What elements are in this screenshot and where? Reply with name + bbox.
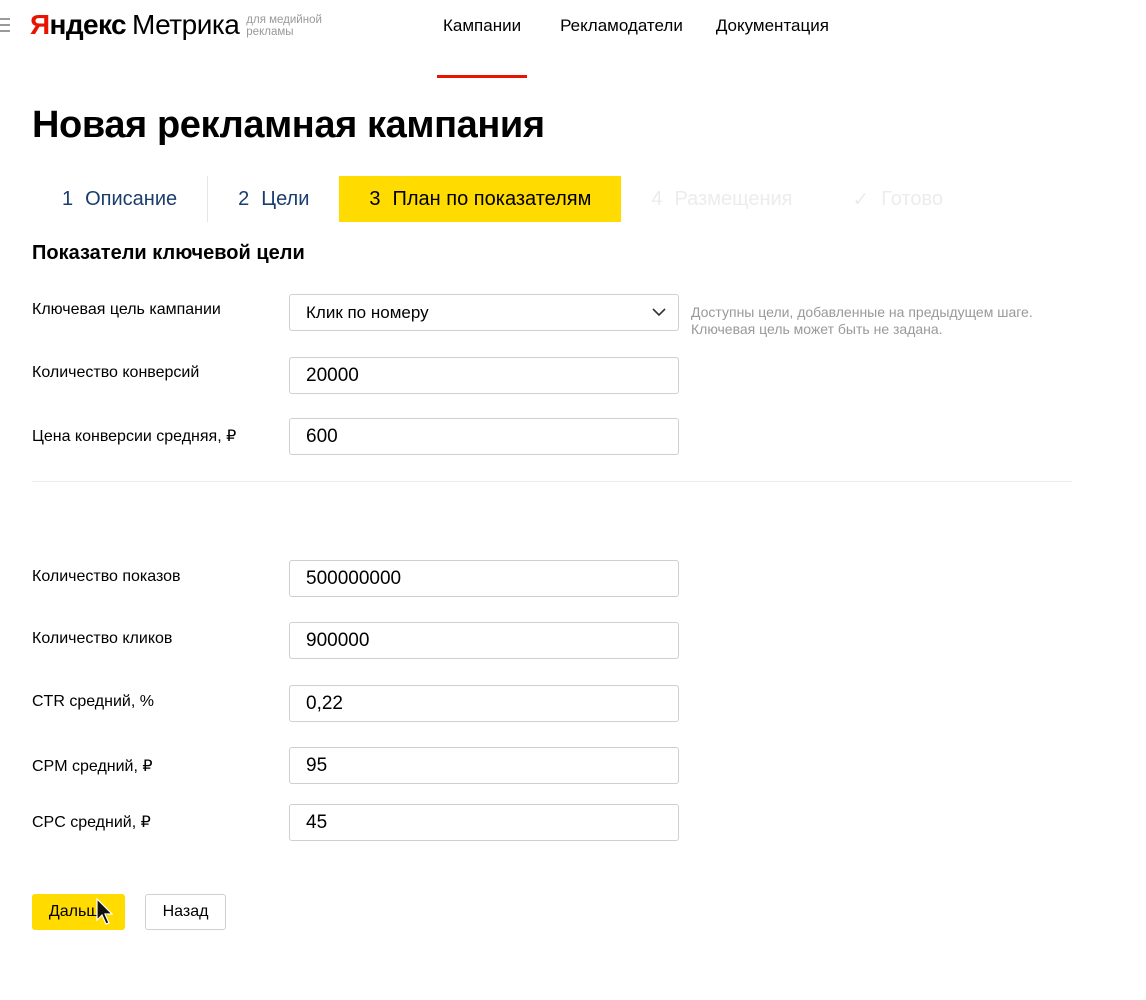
key-goal-hint: Доступны цели, добавленные на предыдущем… [691,304,1033,337]
divider [32,481,1072,482]
page-title: Новая рекламная кампания [32,104,545,146]
nav-campaigns[interactable]: Кампании [437,0,528,78]
conversions-input[interactable]: 20000 [289,357,679,394]
clicks-label: Количество кликов [32,630,173,647]
clicks-input[interactable]: 900000 [289,622,679,659]
key-goal-select[interactable]: Клик по номеру [289,294,679,331]
impressions-input[interactable]: 500000000 [289,560,679,597]
nav-advertisers[interactable]: Рекламодатели [560,0,683,66]
cpc-label: CPC средний, ₽ [32,814,151,831]
chevron-down-icon [652,308,666,317]
logo[interactable]: Яндекс Метрика для медийной рекламы [30,6,322,44]
step-done: ✓ Готово [852,187,944,211]
step-plan[interactable]: 3 План по показателям [339,176,622,222]
cpm-label: CPM средний, ₽ [32,758,153,775]
section-title: Показатели ключевой цели [32,242,305,264]
menu-icon[interactable] [0,18,10,36]
check-icon: ✓ [852,188,870,211]
impressions-label: Количество показов [32,568,181,585]
conversion-price-input[interactable]: 600 [289,418,679,455]
key-goal-value: Клик по номеру [306,302,429,322]
ctr-label: CTR средний, % [32,693,154,710]
conversion-price-label: Цена конверсии средняя, ₽ [32,428,237,445]
step-goals[interactable]: 2 Цели [208,176,339,222]
step-placements: 4 Размещения [651,187,793,210]
step-description[interactable]: 1 Описание [32,176,209,222]
top-nav: Кампании Рекламодатели Документация [437,0,862,78]
cpm-input[interactable]: 95 [289,747,679,784]
key-goal-label: Ключевая цель кампании [32,301,221,318]
nav-documentation[interactable]: Документация [716,0,829,66]
logo-product: Метрика [132,9,240,40]
conversions-label: Количество конверсий [32,364,200,381]
mouse-cursor-icon [96,898,114,925]
back-button[interactable]: Назад [145,894,226,930]
logo-yandex: Яндекс [30,9,127,40]
logo-subtitle: для медийной рекламы [246,14,322,38]
wizard-steps: 1 Описание 2 Цели 3 План по показателям 4 Ра… [32,176,973,222]
ctr-input[interactable]: 0,22 [289,685,679,722]
cpc-input[interactable]: 45 [289,804,679,841]
